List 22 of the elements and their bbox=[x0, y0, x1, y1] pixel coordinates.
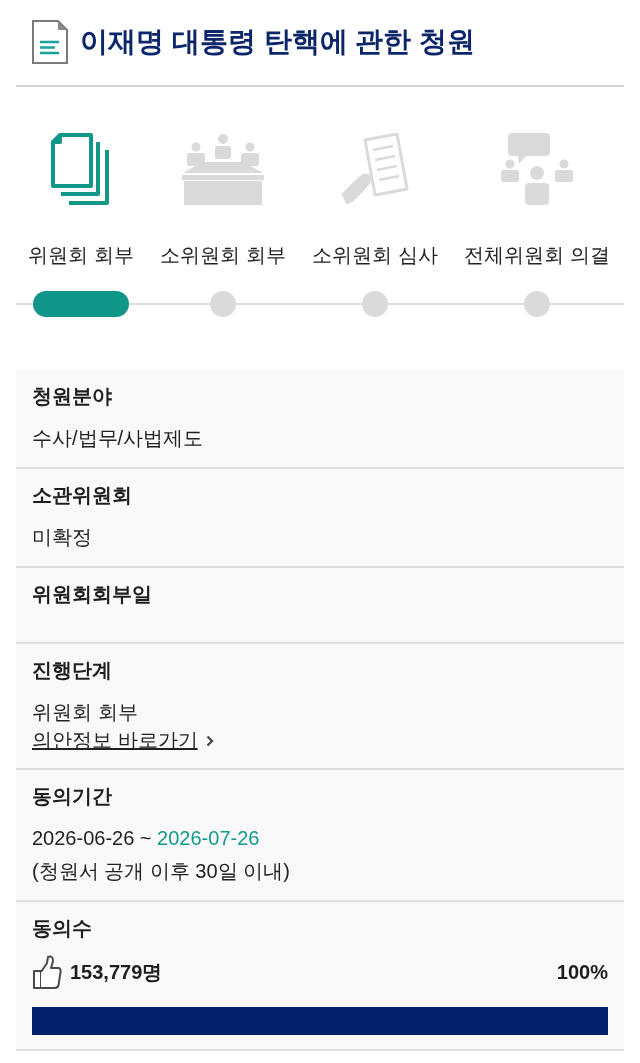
field-label: 동의수 bbox=[32, 916, 93, 941]
document-icon bbox=[32, 20, 68, 64]
field-value: 미확정 bbox=[32, 525, 93, 550]
agreement-count: 153,779명 bbox=[70, 959, 163, 985]
field-value: 수사/법무/사법제도 bbox=[32, 426, 205, 451]
step-label: 소위원회 회부 bbox=[160, 243, 286, 268]
field-value: 위원회 회부 bbox=[32, 700, 139, 725]
step-label: 전체위원회 의결 bbox=[464, 243, 610, 268]
bill-info-link[interactable]: 의안정보 바로가기 bbox=[32, 727, 214, 754]
field-label: 청원분야 bbox=[32, 384, 113, 409]
chevron-right-icon bbox=[205, 734, 214, 747]
thumbs-up-icon bbox=[32, 954, 62, 990]
page-title: 이재명 대통령 탄핵에 관한 청원 bbox=[80, 25, 476, 59]
field-label: 진행단계 bbox=[32, 658, 113, 683]
field-label: 소관위원회 bbox=[32, 483, 133, 508]
step-label: 소위원회 심사 bbox=[312, 243, 438, 268]
step-label: 위원회 회부 bbox=[28, 243, 134, 268]
field-label: 동의기간 bbox=[32, 784, 113, 809]
agreement-percent: 100% bbox=[556, 960, 608, 984]
field-label: 위원회회부일 bbox=[32, 582, 153, 607]
period-dates: 2026-06-26 ~ 2026-07-26 bbox=[32, 826, 261, 851]
period-note: (청원서 공개 이후 30일 이내) bbox=[32, 859, 291, 884]
